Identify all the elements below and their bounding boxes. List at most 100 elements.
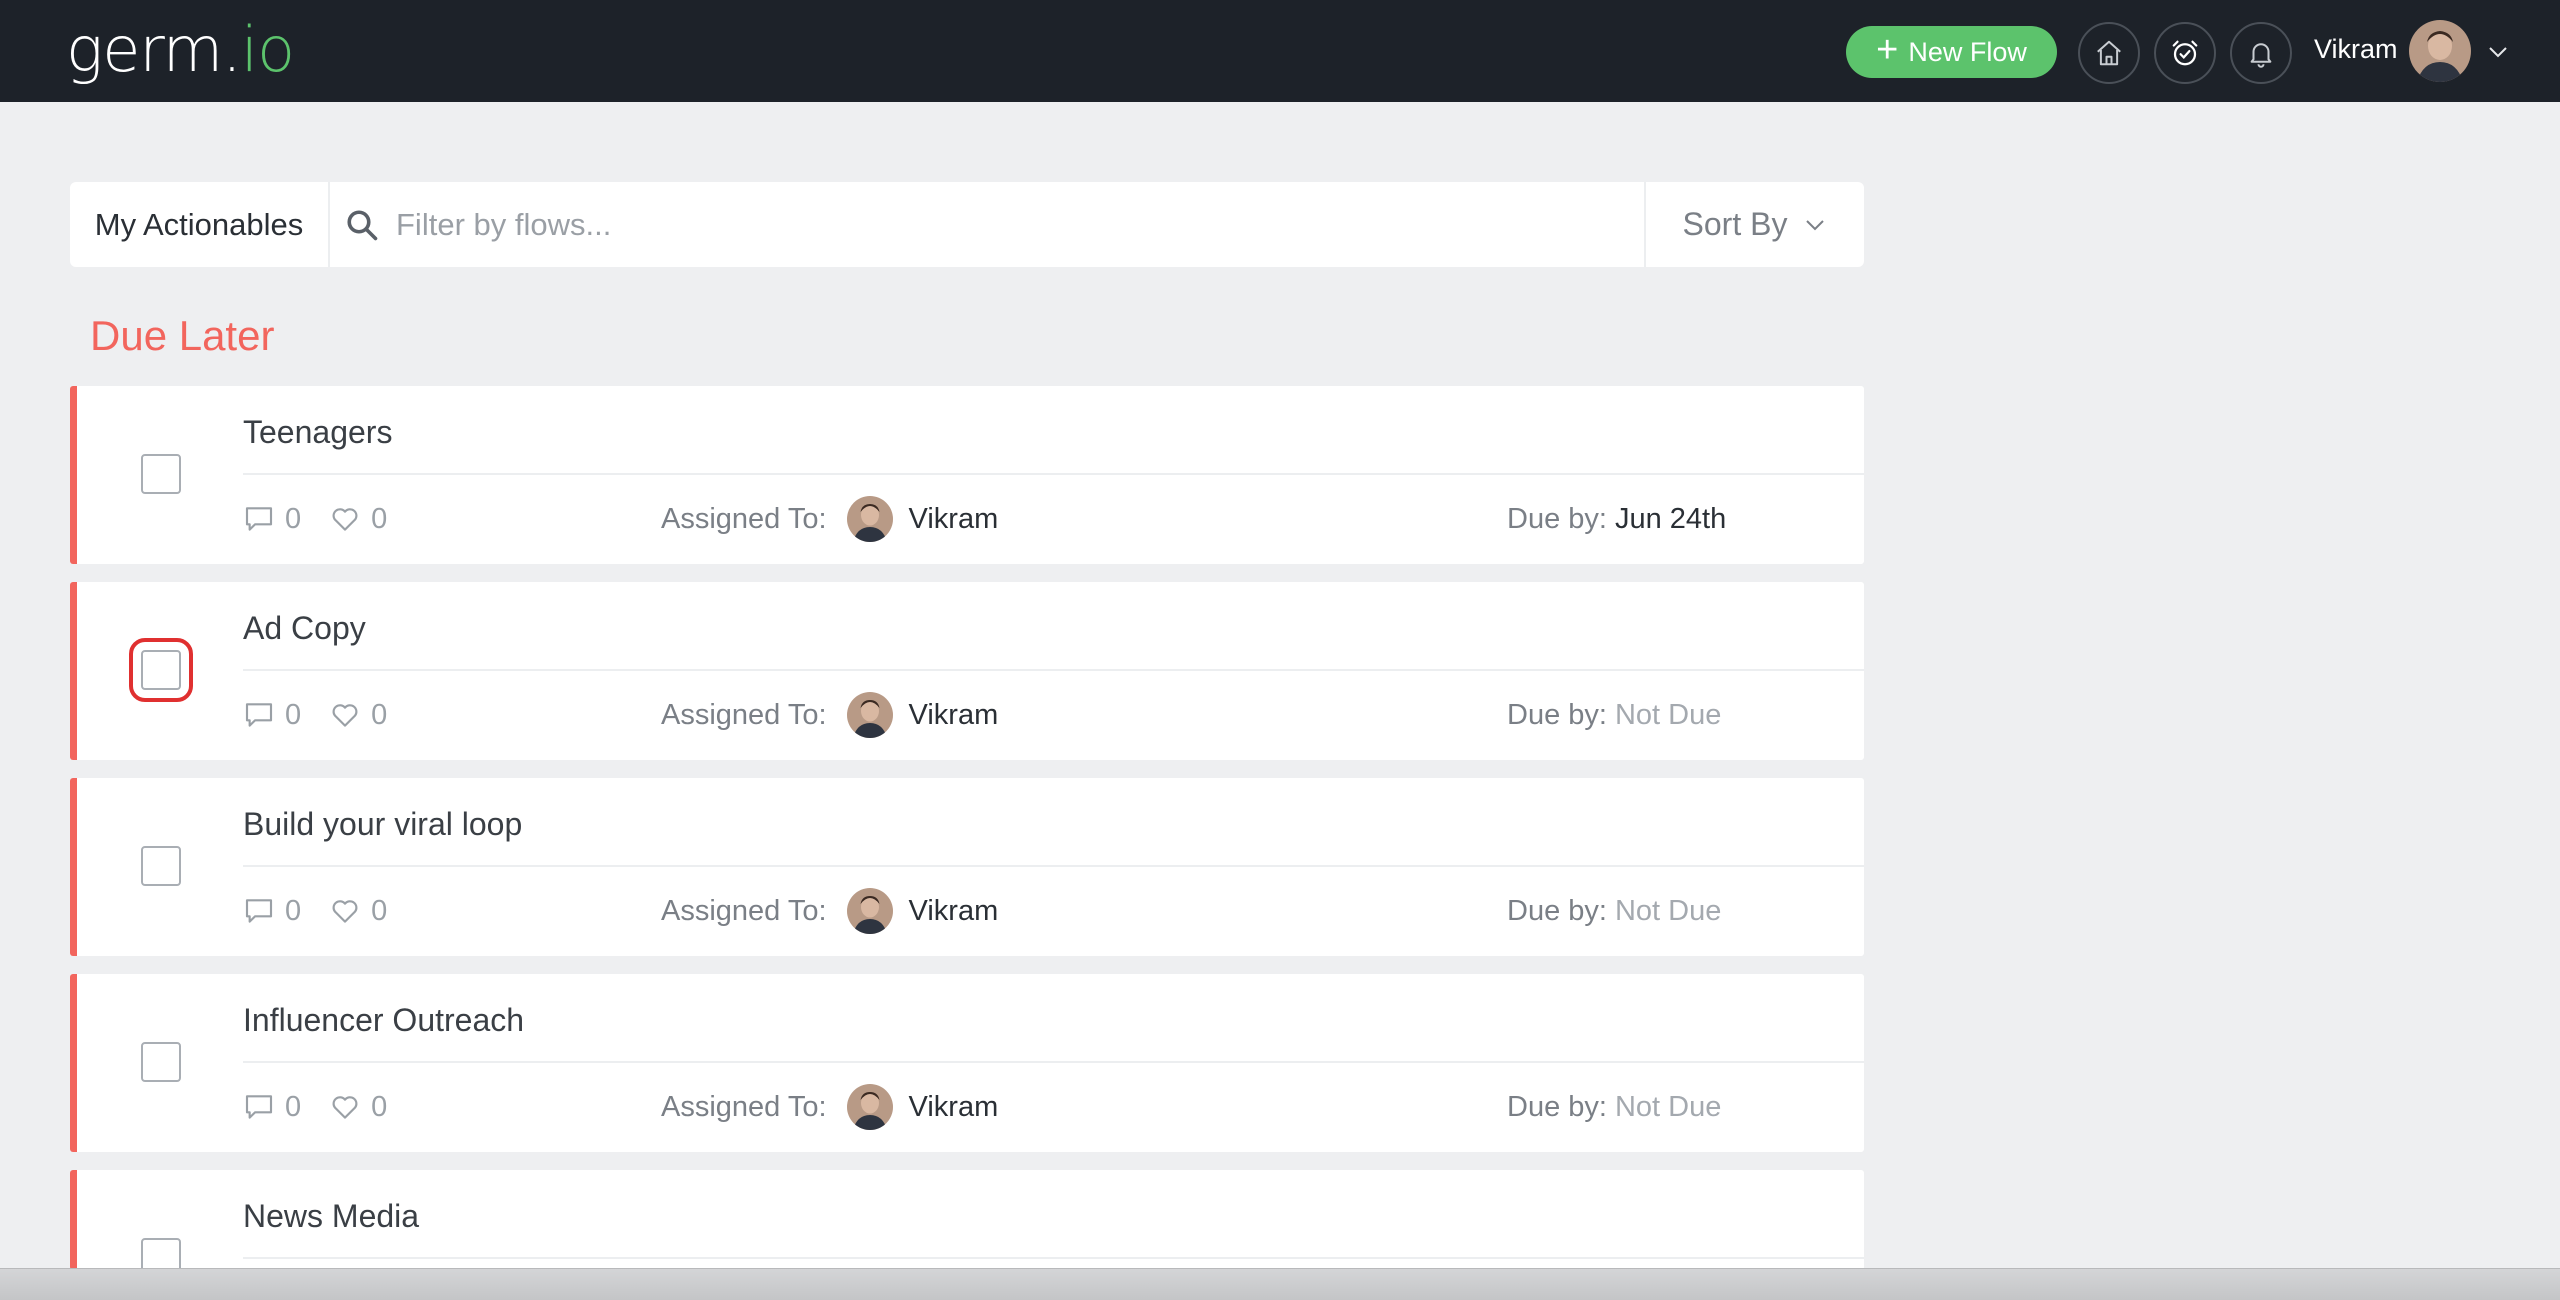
heart-icon: [332, 1096, 358, 1119]
comments-count[interactable]: 0: [243, 1091, 301, 1124]
due-date-value[interactable]: Jun 24th: [1615, 503, 1726, 536]
assigned-to: Assigned To: Vikram: [661, 1082, 998, 1132]
logo-text: germ.: [66, 13, 242, 86]
home-icon: [2097, 40, 2121, 66]
home-button[interactable]: [2078, 22, 2140, 84]
task-card: News Media: [70, 1170, 1864, 1278]
due-by-label: Due by:: [1507, 894, 1607, 927]
comment-count-value: 0: [285, 894, 302, 927]
task-title[interactable]: Influencer Outreach: [243, 1002, 524, 1039]
comment-icon: [245, 899, 273, 923]
like-count-value: 0: [371, 698, 388, 731]
alarm-check-icon: [2172, 40, 2198, 66]
task-stats: 0 0: [243, 690, 415, 740]
due-by-label: Due by:: [1507, 502, 1607, 535]
sort-by-dropdown[interactable]: Sort By: [1646, 182, 1864, 267]
assigned-to-label: Assigned To:: [661, 1090, 827, 1123]
user-name[interactable]: Vikram: [2314, 34, 2398, 65]
task-title[interactable]: Build your viral loop: [243, 806, 522, 843]
assigned-to: Assigned To: Vikram: [661, 690, 998, 740]
assignee-name[interactable]: Vikram: [909, 1091, 999, 1124]
assignee-avatar[interactable]: [846, 888, 893, 934]
comments-count[interactable]: 0: [243, 895, 301, 928]
likes-count[interactable]: 0: [329, 503, 387, 536]
likes-count[interactable]: 0: [329, 699, 387, 732]
task-stats: 0 0: [243, 886, 415, 936]
divider: [243, 669, 1864, 671]
comment-icon: [245, 703, 273, 727]
assignee-name[interactable]: Vikram: [909, 895, 999, 928]
search-icon: [347, 209, 378, 240]
divider: [243, 1061, 1864, 1063]
task-card: Build your viral loop 0 0 Assigned To: V…: [70, 778, 1864, 956]
assignee-avatar[interactable]: [846, 496, 893, 542]
due-by-label: Due by:: [1507, 1090, 1607, 1123]
comment-count-value: 0: [285, 698, 302, 731]
due-date-value[interactable]: Not Due: [1615, 1091, 1721, 1124]
task-title[interactable]: Teenagers: [243, 414, 392, 451]
task-checkbox[interactable]: [141, 846, 181, 886]
heart-icon: [332, 704, 358, 727]
like-count-value: 0: [371, 894, 388, 927]
user-avatar[interactable]: [2409, 20, 2471, 82]
task-stats: 0 0: [243, 494, 415, 544]
due-date: Due by: Not Due: [1507, 1082, 1721, 1132]
heart-icon: [332, 900, 358, 923]
sort-by-label: Sort By: [1682, 206, 1788, 242]
task-title[interactable]: Ad Copy: [243, 610, 366, 647]
task-stats: 0 0: [243, 1082, 415, 1132]
filter-flows-input[interactable]: [396, 206, 1644, 243]
likes-count[interactable]: 0: [329, 895, 387, 928]
like-count-value: 0: [371, 1090, 388, 1123]
logo-accent-text: io: [240, 13, 295, 86]
assigned-to-label: Assigned To:: [661, 502, 827, 535]
comment-count-value: 0: [285, 502, 302, 535]
comment-count-value: 0: [285, 1090, 302, 1123]
likes-count[interactable]: 0: [329, 1091, 387, 1124]
divider: [243, 1257, 1864, 1259]
bell-icon: [2250, 43, 2272, 68]
due-date-value[interactable]: Not Due: [1615, 895, 1721, 928]
reminders-button[interactable]: [2154, 22, 2216, 84]
chevron-down-icon: [1806, 219, 1825, 230]
comment-icon: [245, 507, 273, 531]
task-checkbox[interactable]: [129, 638, 193, 702]
assigned-to: Assigned To: Vikram: [661, 494, 998, 544]
due-date: Due by: Jun 24th: [1507, 494, 1726, 544]
germ-logo[interactable]: germ.io: [66, 8, 295, 92]
notifications-button[interactable]: [2230, 22, 2292, 84]
heart-icon: [332, 508, 358, 531]
task-card: Ad Copy 0 0 Assigned To: Vikram Due by: …: [70, 582, 1864, 760]
task-checkbox[interactable]: [141, 1042, 181, 1082]
comments-count[interactable]: 0: [243, 503, 301, 536]
task-title[interactable]: News Media: [243, 1198, 419, 1235]
assignee-name[interactable]: Vikram: [909, 699, 999, 732]
search-container: [330, 182, 1646, 267]
due-date-value[interactable]: Not Due: [1615, 699, 1721, 732]
new-flow-button[interactable]: + New Flow: [1846, 26, 2057, 78]
top-navbar: germ.io + New Flow Vikram: [0, 0, 2560, 102]
divider: [243, 473, 1864, 475]
chevron-down-icon[interactable]: [2486, 40, 2510, 64]
assigned-to-label: Assigned To:: [661, 698, 827, 731]
due-date: Due by: Not Due: [1507, 886, 1721, 936]
comments-count[interactable]: 0: [243, 699, 301, 732]
assignee-avatar[interactable]: [846, 692, 893, 738]
task-card: Teenagers 0 0 Assigned To: Vikram Due by…: [70, 386, 1864, 564]
due-date: Due by: Not Due: [1507, 690, 1721, 740]
due-by-label: Due by:: [1507, 698, 1607, 731]
tab-my-actionables[interactable]: My Actionables: [70, 182, 330, 267]
task-card: Influencer Outreach 0 0 Assigned To: Vik…: [70, 974, 1864, 1152]
assigned-to: Assigned To: Vikram: [661, 886, 998, 936]
task-checkbox[interactable]: [141, 454, 181, 494]
assignee-name[interactable]: Vikram: [909, 503, 999, 536]
assignee-avatar[interactable]: [846, 1084, 893, 1130]
assigned-to-label: Assigned To:: [661, 894, 827, 927]
section-title-due-later: Due Later: [90, 312, 275, 359]
comment-icon: [245, 1095, 273, 1119]
filter-bar: My Actionables Sort By: [70, 182, 1864, 267]
new-flow-label: New Flow: [1908, 36, 2027, 67]
plus-icon: +: [1876, 29, 1899, 71]
window-bottom-edge: [0, 1268, 2560, 1300]
like-count-value: 0: [371, 502, 388, 535]
